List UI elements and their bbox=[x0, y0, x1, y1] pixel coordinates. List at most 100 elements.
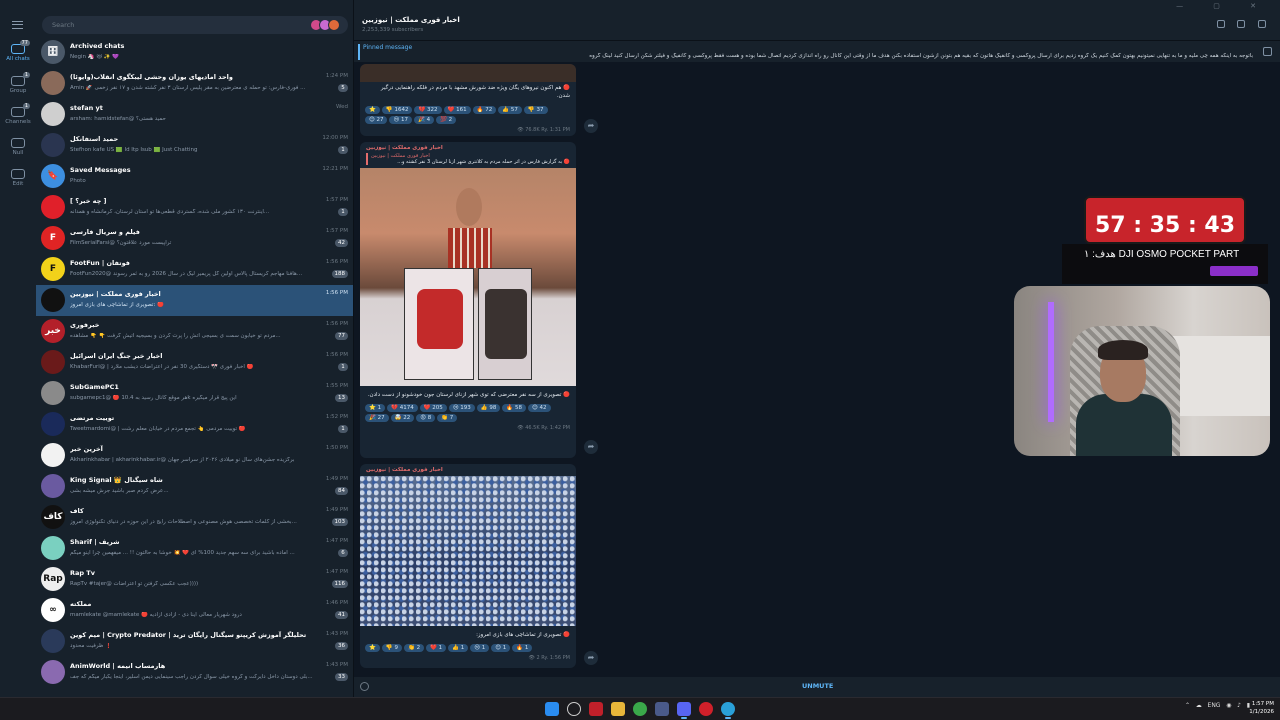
reaction-chip[interactable]: ⭐ 1 bbox=[365, 404, 386, 413]
chat-row[interactable]: میم کوین | Crypto Predator | تحلیلگر آمو… bbox=[36, 626, 353, 657]
chat-row[interactable]: Sharif | شریف 1:47 PM آماده باشید برای سه … bbox=[36, 533, 353, 564]
reaction-chip[interactable]: ⭐ bbox=[365, 105, 380, 114]
chat-row[interactable]: SubGamePC1 1:55 PM subgamepc1@ 🔴 هر موقع ک… bbox=[36, 378, 353, 409]
chat-name: مملکته bbox=[70, 600, 92, 608]
chat-last-message: FilmSerialFarsi@ تراپیست مورد علاقتون؟ bbox=[70, 240, 172, 246]
reaction-chip[interactable]: 👏 2 bbox=[403, 644, 425, 653]
reaction-chip[interactable]: 👍 98 bbox=[476, 404, 501, 413]
post-image[interactable] bbox=[360, 476, 576, 626]
chrome-icon[interactable] bbox=[633, 702, 647, 716]
chat-row[interactable]: AnimWorld | هارمساب انیمه 1:43 PM بلی دوست… bbox=[36, 657, 353, 688]
reaction-chip[interactable]: 😡 8 bbox=[416, 414, 436, 423]
chat-name: Sharif | شریف bbox=[70, 538, 120, 546]
reaction-chip[interactable]: 👍 57 bbox=[498, 105, 522, 114]
reaction-chip[interactable]: 👎 1642 bbox=[381, 105, 413, 114]
search-input[interactable]: Search bbox=[42, 16, 348, 34]
reaction-chip[interactable]: 👎 9 bbox=[381, 644, 402, 653]
language-indicator[interactable]: ENG bbox=[1208, 702, 1221, 709]
story-avatars[interactable] bbox=[310, 19, 340, 31]
app-icon[interactable] bbox=[655, 702, 669, 716]
channel-icon bbox=[11, 107, 25, 117]
reaction-chip[interactable]: 😊 1 bbox=[491, 644, 511, 653]
reaction-chip[interactable]: 👎 37 bbox=[523, 105, 548, 114]
chat-row[interactable]: واحد امادیهای یوزان وحشی لیبکگوی انقلاب(… bbox=[36, 68, 353, 99]
reaction-chip[interactable]: 💯 2 bbox=[436, 115, 457, 124]
chat-time: 1:47 PM bbox=[325, 569, 348, 575]
folder-null[interactable]: Null bbox=[0, 138, 36, 156]
reaction-chip[interactable]: 💔 4174 bbox=[387, 404, 418, 413]
reaction-chip[interactable]: 🔥 72 bbox=[472, 105, 497, 114]
chat-row[interactable]: خبر خبرفوری 1:56 PM مردم تو خیابون سمت ی بس… bbox=[36, 316, 353, 347]
forward-button[interactable]: ➦ bbox=[584, 651, 598, 665]
folder-all-chats[interactable]: 77 All chats bbox=[0, 40, 36, 62]
message-post[interactable]: 🔴 هم اکنون نیروهای یگان ویژه ضد شورش مشه… bbox=[360, 64, 576, 136]
message-post[interactable]: اخبار فوری مملکت | نیوزبین 🔴 تصویری از ت… bbox=[360, 464, 576, 668]
reaction-chip[interactable]: 👍 1 bbox=[448, 644, 469, 653]
post-meta: 👁 46.5K Ry. 1:42 PM bbox=[517, 425, 570, 432]
folder-edit[interactable]: Edit bbox=[0, 169, 36, 187]
reaction-chip[interactable]: 😢 1 bbox=[470, 644, 490, 653]
reaction-chip[interactable]: 🎉 4 bbox=[413, 115, 435, 124]
pinned-label: Pinned message bbox=[363, 44, 413, 51]
unread-count: 42 bbox=[335, 239, 348, 247]
chat-avatar bbox=[41, 381, 65, 405]
telegram-icon[interactable] bbox=[721, 702, 735, 719]
chat-row[interactable]: حمید استفانکل 12:00 PM Stefhon kafe US 🟩 I… bbox=[36, 130, 353, 161]
app-icon[interactable] bbox=[699, 702, 713, 716]
chat-row[interactable]: توییت مرتضی 1:52 PM Tweetmardomi@ | توییت … bbox=[36, 409, 353, 440]
chat-row[interactable]: F فیلم و سریال فارسی 1:57 PM FilmSerialFars… bbox=[36, 223, 353, 254]
chat-row[interactable]: اخبار فوری مملکت | نیوزبین 1:56 PM تصویری … bbox=[36, 285, 353, 316]
chat-row[interactable]: 🗄 Archived chats Negin 🦄 😻 ✨ 💜 bbox=[36, 37, 353, 68]
message-post[interactable]: اخبار فوری مملکت | نیوزبین اخبار فوری مم… bbox=[360, 142, 576, 458]
folder-group[interactable]: 1 Group bbox=[0, 72, 36, 94]
chat-row[interactable]: King Signal 👑 شاه سیگنال 1:49 PM عرض کردم … bbox=[36, 471, 353, 502]
chat-row[interactable]: کاف کاف 1:49 PM بخشی از کلمات تخصصی هوش مصن… bbox=[36, 502, 353, 533]
reaction-chip[interactable]: 🎉 27 bbox=[365, 414, 389, 423]
reaction-chip[interactable]: 🤯 22 bbox=[390, 414, 415, 423]
reaction-chip[interactable]: 👏 7 bbox=[437, 414, 458, 423]
discord-icon[interactable] bbox=[677, 702, 691, 719]
search-icon[interactable] bbox=[567, 702, 581, 716]
forward-button[interactable]: ➦ bbox=[584, 440, 598, 454]
menu-icon[interactable] bbox=[12, 21, 23, 29]
attach-icon[interactable] bbox=[360, 682, 369, 691]
chat-row[interactable]: آخرین خبر 1:50 PM Akharinkhabar | akharink… bbox=[36, 440, 353, 471]
chat-row[interactable]: اخبار خبر جنگ ایران اسرائیل 1:56 PM Khabar… bbox=[36, 347, 353, 378]
reaction-chip[interactable]: 💔 322 bbox=[414, 105, 442, 114]
chat-row[interactable]: F FootFun | فوتفان 1:56 PM FootFun2020@ هاف… bbox=[36, 254, 353, 285]
chat-header[interactable]: — ▢ ✕ اخبار فوری مملکت | نیوزبین 2,253,3… bbox=[354, 0, 1280, 40]
reactions: ⭐ 1 💔 4174 ❤️ 205 😢 193 👍 98 🔥 58 😊 42 🎉 27 🤯 22… bbox=[360, 401, 576, 425]
folder-channels[interactable]: 1 Channels bbox=[0, 103, 36, 125]
reaction-chip[interactable]: ❤️ 161 bbox=[443, 105, 471, 114]
system-tray[interactable]: ⌃ ☁ ENG ◉ ♪ ▮ bbox=[1185, 702, 1250, 709]
forward-button[interactable]: ➦ bbox=[584, 119, 598, 133]
pin-list-icon[interactable] bbox=[1263, 47, 1272, 56]
more-icon[interactable] bbox=[1258, 20, 1266, 28]
reaction-chip[interactable]: 🔥 58 bbox=[502, 404, 527, 413]
window-controls[interactable]: — ▢ ✕ bbox=[1176, 2, 1270, 10]
post-image[interactable] bbox=[360, 168, 576, 386]
reaction-chip[interactable]: ❤️ 205 bbox=[419, 404, 447, 413]
chat-row[interactable]: stefan yt Wed arsham: hamidstefan@ حمید هس… bbox=[36, 99, 353, 130]
chat-avatar: F bbox=[41, 226, 65, 250]
reaction-chip[interactable]: 😢 193 bbox=[448, 404, 475, 413]
sidebar-toggle-icon[interactable] bbox=[1237, 20, 1246, 28]
app-icon[interactable] bbox=[589, 702, 603, 716]
chat-row[interactable]: [ چه خبر؟ ] 1:57 PM اینترنت ۱۳۰ کشور ملی ش… bbox=[36, 192, 353, 223]
folder-icon[interactable] bbox=[611, 702, 625, 716]
reaction-chip[interactable]: 😢 17 bbox=[389, 115, 412, 124]
chat-row[interactable]: Rap Rap Tv 1:47 PM RapTv #tajer@ عجب عکسی گ… bbox=[36, 564, 353, 595]
reaction-chip[interactable]: 😊 27 bbox=[365, 115, 388, 124]
unmute-button[interactable]: UNMUTE bbox=[802, 682, 833, 690]
webcam-overlay bbox=[1014, 286, 1270, 456]
taskbar-clock[interactable]: 1:57 PM 1/1/2026 bbox=[1249, 701, 1274, 716]
chat-row[interactable]: 🔖 Saved Messages 12:21 PM Photo bbox=[36, 161, 353, 192]
reaction-chip[interactable]: ❤️ 1 bbox=[426, 644, 447, 653]
reaction-chip[interactable]: 😊 42 bbox=[528, 404, 551, 413]
chat-row[interactable]: ∞ مملکته 1:46 PM mamlekate @mamlekate 🔴 درو… bbox=[36, 595, 353, 626]
start-icon[interactable] bbox=[545, 702, 559, 716]
search-icon[interactable] bbox=[1216, 20, 1225, 28]
pinned-message[interactable]: Pinned message باتوجه به اینکه همه چی مل… bbox=[354, 40, 1280, 62]
reaction-chip[interactable]: 🔥 1 bbox=[512, 644, 533, 653]
reaction-chip[interactable]: ⭐ bbox=[365, 644, 380, 653]
